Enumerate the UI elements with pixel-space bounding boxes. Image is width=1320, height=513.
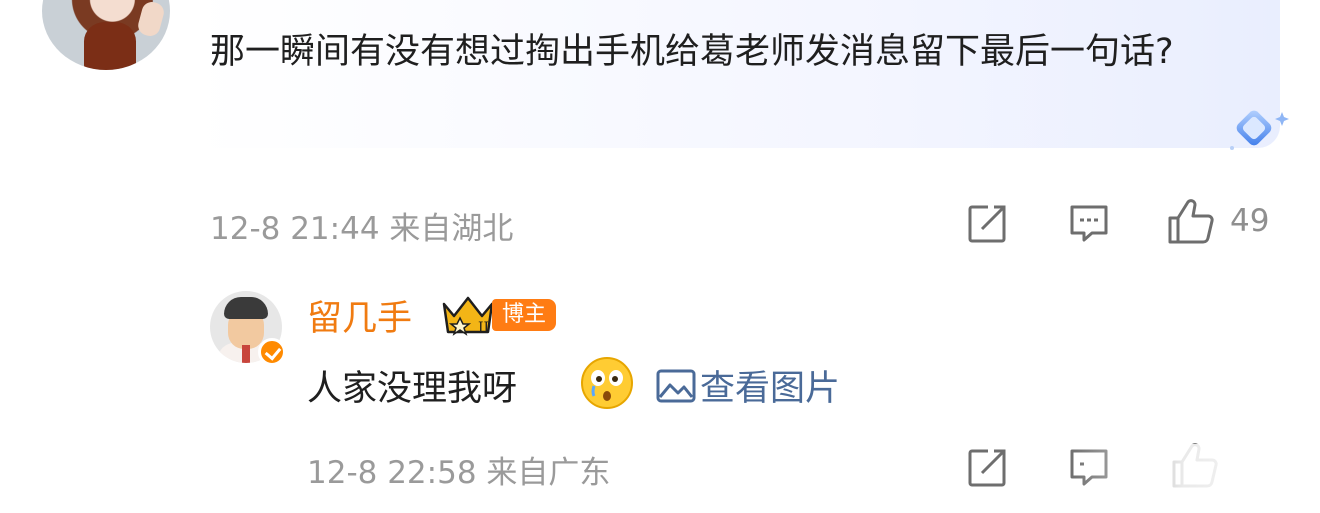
- image-icon: [656, 369, 696, 402]
- avatar-hand: [135, 0, 167, 39]
- reply-username[interactable]: 留几手: [307, 290, 412, 341]
- author-tag: 博主: [492, 299, 557, 331]
- share-icon[interactable]: [966, 203, 1008, 243]
- avatar-hair: [224, 297, 268, 319]
- comment-text: 那一瞬间有没有想过掏出手机给葛老师发消息留下最后一句话?: [210, 32, 1174, 72]
- svg-text:II: II: [478, 320, 489, 336]
- crown-icon: II: [442, 296, 494, 336]
- share-icon[interactable]: [966, 447, 1008, 487]
- like-icon[interactable]: [1166, 198, 1216, 246]
- like-count: 49: [1230, 203, 1270, 239]
- reply-meta: 12-8 22:58 来自广东: [307, 447, 610, 492]
- commenter-avatar[interactable]: [42, 0, 170, 70]
- avatar-scarf: [84, 22, 136, 70]
- reply-text: 人家没理我呀: [307, 369, 518, 409]
- comment-icon[interactable]: [1068, 203, 1110, 243]
- comment-time: 12-8 21:44: [210, 211, 380, 247]
- avatar-tie: [242, 345, 250, 363]
- view-image-link[interactable]: 查看图片: [656, 360, 840, 411]
- watermark-overlay: [1070, 444, 1320, 513]
- reply-time: 12-8 22:58: [307, 455, 477, 491]
- comment-location: 来自湖北: [389, 211, 514, 247]
- comment-meta: 12-8 21:44 来自湖北: [210, 203, 513, 248]
- verified-icon: [258, 338, 286, 366]
- astonished-emoji-icon: [581, 357, 633, 409]
- reply-location: 来自广东: [486, 455, 611, 491]
- view-image-label: 查看图片: [700, 369, 841, 409]
- diamond-badge-icon: [1230, 110, 1289, 150]
